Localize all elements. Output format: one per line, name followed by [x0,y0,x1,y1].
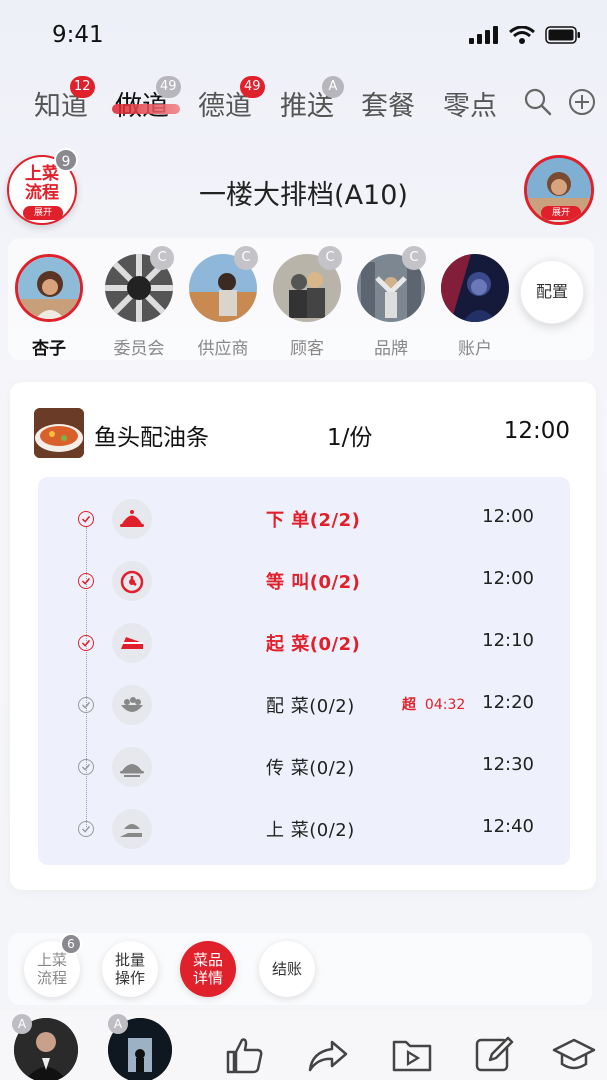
tab-lingdian[interactable]: 零点 [443,84,497,123]
user-avatar[interactable]: 展开 [524,155,594,225]
share-icon[interactable] [306,1032,350,1076]
battery-icon [545,26,580,44]
tab-badge: A [322,76,344,98]
contact-name: 品牌 [374,339,408,359]
dish-name: 鱼头配油条 [94,425,209,451]
step-time: 12:10 [482,630,534,651]
contact-item[interactable]: C 委员会 [104,246,174,359]
config-button[interactable]: 配置 [520,260,584,324]
contact-badge: C [234,246,258,270]
step-label: 传 菜(0/2) [266,758,355,779]
checkout-button[interactable]: 结账 [259,941,315,997]
step-label: 上 菜(0/2) [266,820,355,841]
page-title: 一楼大排档(A10) [199,180,408,211]
step-label: 等 叫(0/2) [266,572,361,593]
flow-count-badge: 9 [54,148,78,172]
status-icons [469,26,581,44]
step-row[interactable]: 下 单(2/2) 12:00 [38,487,570,549]
dish-time: 12:00 [503,418,570,444]
avatar-badge: A [12,1014,32,1034]
step-time: 12:40 [482,816,534,837]
batch-operation-button[interactable]: 批量 操作 [102,941,158,997]
action-bar: 上菜 流程 6 批量 操作 菜品 详情 结账 [8,933,592,1005]
dish-image [34,408,84,458]
wifi-icon [509,26,535,44]
serve-hand-icon [112,809,152,849]
check-icon [78,573,94,589]
contact-item[interactable]: C 品牌 [356,246,426,359]
contact-badge: C [402,246,426,270]
contact-item[interactable]: 账户 [440,254,510,359]
step-time: 12:00 [482,568,534,589]
tab-badge: 12 [70,76,95,98]
step-row[interactable]: 传 菜(0/2) 12:30 [38,735,570,797]
step-row[interactable]: 上 菜(0/2) 12:40 [38,797,570,859]
contact-name: 委员会 [113,339,165,359]
cloche-icon [112,499,152,539]
contact-name: 供应商 [197,339,249,359]
status-time: 9:41 [52,22,104,48]
step-row[interactable]: 配 菜(0/2) 超 04:32 12:20 [38,673,570,735]
timer-icon [112,561,152,601]
top-tabs: 知道 12 做道 49 德道 49 推送 A 套餐 零点 [0,76,607,132]
contact-name: 杏子 [32,339,66,359]
tab-badge: 49 [240,76,265,98]
dish-card: 鱼头配油条 1/份 12:00 下 单(2/2) 12:00 等 叫(0/2) … [10,382,596,890]
video-folder-icon[interactable] [390,1032,434,1076]
step-row[interactable]: 等 叫(0/2) 12:00 [38,549,570,611]
overtime-indicator: 超 04:32 [402,697,466,713]
step-time: 12:00 [482,506,534,527]
salad-bowl-icon [112,685,152,725]
serving-dome-icon [112,747,152,787]
contact-avatar [15,254,83,322]
dish-detail-button[interactable]: 菜品 详情 [180,941,236,997]
search-icon[interactable] [524,88,552,116]
contact-item[interactable]: 杏子 [14,254,84,359]
graduation-cap-icon[interactable] [552,1032,596,1076]
contact-item[interactable]: C 供应商 [188,246,258,359]
contact-badge: C [318,246,342,270]
expand-pill: 展开 [541,206,581,220]
signal-icon [469,26,498,44]
bottom-nav: A A [0,1010,607,1080]
thumbs-up-icon[interactable] [222,1032,266,1076]
contact-strip: 杏子 C 委员会 C 供应商 C 顾客 C 品牌 账户 配置 [8,238,594,360]
check-icon [78,635,94,651]
cake-slice-icon [112,623,152,663]
add-icon[interactable] [568,88,596,116]
contact-name: 顾客 [290,339,324,359]
contact-badge: C [150,246,174,270]
active-tab-underline [112,104,180,114]
step-time: 12:30 [482,754,534,775]
step-time: 12:20 [482,692,534,713]
contact-item[interactable]: C 顾客 [272,246,342,359]
step-label: 起 菜(0/2) [266,634,361,655]
dish-quantity: 1/份 [327,425,373,451]
check-icon [78,511,94,527]
step-label: 下 单(2/2) [266,510,361,531]
tab-taocan[interactable]: 套餐 [361,84,415,123]
contact-avatar [441,254,509,322]
tab-badge: 49 [156,76,181,98]
check-icon [78,759,94,775]
step-row[interactable]: 起 菜(0/2) 12:10 [38,611,570,673]
flow-count-badge: 6 [60,933,82,955]
check-icon [78,821,94,837]
serve-steps: 下 单(2/2) 12:00 等 叫(0/2) 12:00 起 菜(0/2) 1… [38,477,570,865]
check-icon [78,697,94,713]
contact-name: 账户 [458,339,492,359]
step-label: 配 菜(0/2) [266,696,355,717]
edit-icon[interactable] [472,1032,516,1076]
avatar-badge: A [108,1014,128,1034]
